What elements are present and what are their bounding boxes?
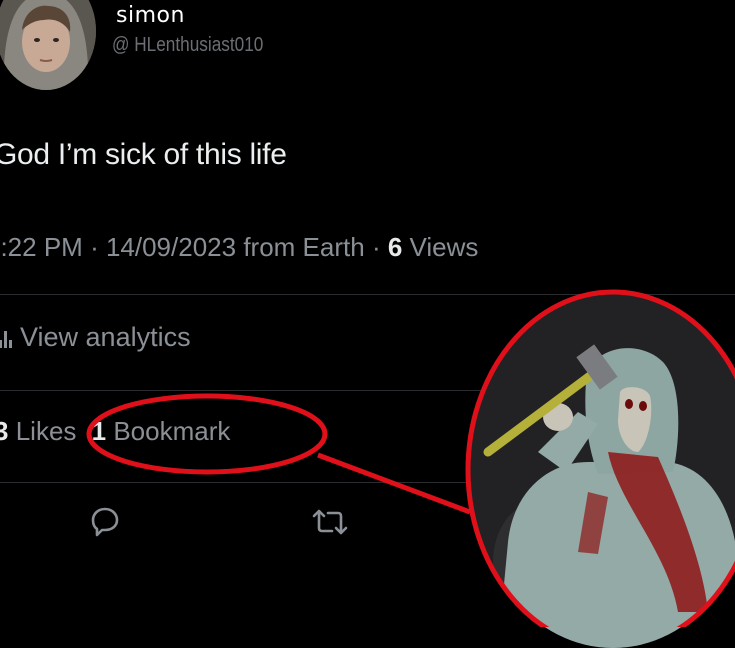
divider — [0, 482, 470, 483]
reply-icon — [91, 507, 119, 537]
avatar-photo-icon — [0, 0, 96, 90]
view-analytics-link[interactable]: View analytics — [0, 322, 191, 353]
bar-chart-icon — [0, 330, 12, 348]
bookmarks-label: Bookmark — [113, 416, 231, 446]
tweet-source: from Earth — [243, 232, 365, 262]
tweet-meta: 3:22 PM · 14/09/2023 from Earth · 6 View… — [0, 232, 478, 263]
likes-stat[interactable]: 3 Likes — [0, 416, 76, 446]
zombie-hammer-figure-icon — [468, 292, 735, 648]
bookmarks-count: 1 — [91, 416, 107, 446]
tweet-text: God I’m sick of this life — [0, 138, 287, 171]
tweet-date[interactable]: 14/09/2023 — [106, 232, 236, 262]
display-name[interactable]: simon — [116, 3, 185, 28]
likes-count: 3 — [0, 416, 9, 446]
user-handle[interactable]: @ HLenthusiast010 — [112, 34, 263, 57]
zombie-image — [468, 292, 735, 648]
views-count: 6 — [387, 232, 403, 262]
views-label: Views — [409, 232, 479, 262]
retweet-button[interactable] — [310, 506, 350, 543]
meta-separator: · — [90, 232, 106, 262]
reply-button[interactable] — [88, 504, 122, 543]
tweet-time[interactable]: 3:22 PM — [0, 232, 83, 262]
divider — [0, 390, 490, 391]
view-analytics-label: View analytics — [20, 322, 191, 352]
meta-separator: · — [371, 232, 388, 262]
engagement-stats: 3 Likes 1 Bookmark — [0, 416, 230, 447]
retweet-icon — [312, 509, 348, 535]
profile-avatar[interactable] — [0, 0, 96, 90]
annotation-connector — [317, 452, 471, 515]
likes-label: Likes — [15, 416, 77, 446]
bookmarks-stat[interactable]: 1 Bookmark — [92, 416, 231, 446]
